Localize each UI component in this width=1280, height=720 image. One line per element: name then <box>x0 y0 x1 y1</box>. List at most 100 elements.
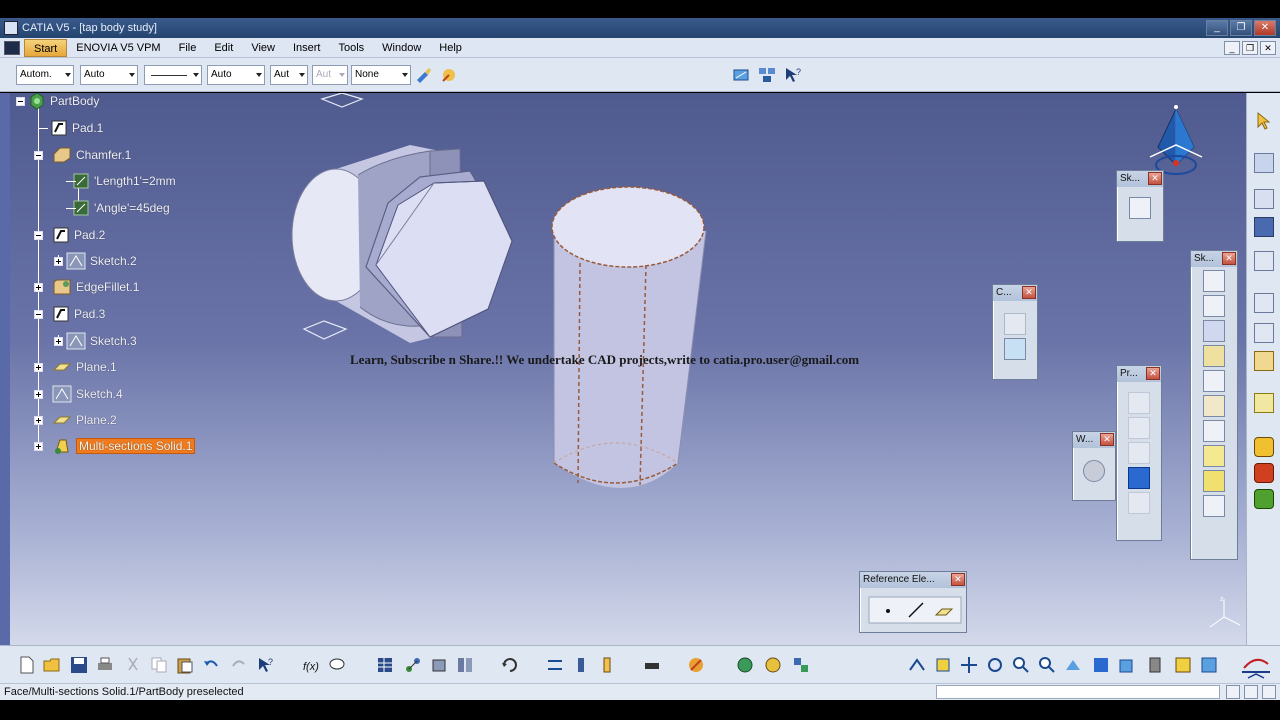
line-icon[interactable] <box>906 600 926 620</box>
iso-view-icon[interactable] <box>1092 656 1110 674</box>
select-arrow-icon[interactable] <box>1254 111 1274 131</box>
tree-node-angle-param[interactable]: 'Angle'=45deg <box>66 197 170 219</box>
close-toolbar-button[interactable]: ✕ <box>1148 172 1162 185</box>
expander[interactable] <box>34 441 43 451</box>
snap-to-point-icon[interactable] <box>1254 251 1274 271</box>
construction-element-icon[interactable] <box>1254 293 1274 313</box>
undo-icon[interactable] <box>202 656 220 674</box>
close-toolbar-button[interactable]: ✕ <box>1022 286 1036 299</box>
status-button-3[interactable] <box>1262 685 1276 699</box>
tree-scroll-strip[interactable] <box>0 93 10 645</box>
normal-space-icon[interactable] <box>1200 656 1218 674</box>
slot-tool-icon[interactable] <box>1203 420 1225 442</box>
3d-geometry[interactable] <box>280 93 740 513</box>
swap-space-icon[interactable] <box>1174 656 1192 674</box>
compass-icon[interactable] <box>1144 101 1208 181</box>
whats-this-icon[interactable]: ? <box>784 66 802 84</box>
comment-icon[interactable] <box>328 656 346 674</box>
view-mode-icon[interactable] <box>1118 656 1136 674</box>
menu-insert[interactable]: Insert <box>284 39 330 57</box>
thread-icon[interactable] <box>598 656 616 674</box>
document-icon[interactable] <box>4 40 20 55</box>
linetype-combo[interactable] <box>144 65 202 85</box>
painter-icon[interactable] <box>415 66 433 84</box>
multisection-solid[interactable] <box>551 186 707 488</box>
tree-node-sketch3[interactable]: Sketch.3 <box>54 330 137 352</box>
tree-node-plane2[interactable]: Plane.2 <box>34 409 117 431</box>
3d-viewport[interactable]: PartBody Pad.1 Chamfer.1 'Length1'=2mm '… <box>0 93 1246 645</box>
tree-node-partbody[interactable]: PartBody <box>16 93 99 112</box>
tree-node-sketch2[interactable]: Sketch.2 <box>54 250 137 272</box>
point-symbol-combo[interactable]: Aut <box>270 65 308 85</box>
sketch-tool-icon[interactable] <box>1129 197 1151 219</box>
command-input[interactable] <box>936 685 1220 699</box>
normal-view-icon[interactable] <box>1064 656 1082 674</box>
copy-properties-icon[interactable] <box>440 66 458 84</box>
restore-button[interactable]: ❐ <box>1230 20 1252 36</box>
menu-window[interactable]: Window <box>373 39 430 57</box>
hide-show-icon[interactable] <box>764 656 782 674</box>
new-file-icon[interactable] <box>18 656 36 674</box>
catalog-icon[interactable] <box>456 656 474 674</box>
paste-icon[interactable] <box>176 656 194 674</box>
expander[interactable] <box>34 415 43 425</box>
profile-feature-icon[interactable] <box>1254 189 1274 209</box>
menu-start[interactable]: Start <box>24 38 68 57</box>
pad-tool-icon[interactable] <box>1203 270 1225 292</box>
catalog-browser-icon[interactable] <box>758 66 776 84</box>
reference-elements-toolbar[interactable]: Reference Ele... ✕ <box>859 571 967 633</box>
geometrical-constraints-icon[interactable] <box>1254 323 1274 343</box>
fill-color-combo[interactable]: Autom. <box>16 65 74 85</box>
update-icon[interactable] <box>501 656 519 674</box>
point-icon[interactable] <box>878 600 898 620</box>
profile-toolbar[interactable]: Pr... ✕ <box>1116 365 1162 541</box>
doc-close-button[interactable]: ✕ <box>1260 40 1276 55</box>
tree-node-pad1[interactable]: Pad.1 <box>38 117 103 139</box>
grid-icon[interactable] <box>1254 217 1274 237</box>
fit-all-icon[interactable] <box>934 656 952 674</box>
swap-visible-space-icon[interactable] <box>792 656 810 674</box>
tree-node-pad3[interactable]: Pad.3 <box>34 303 105 325</box>
rendering-style-combo[interactable]: Aut <box>312 65 348 85</box>
menu-enovia[interactable]: ENOVIA V5 VPM <box>67 39 169 57</box>
doc-restore-button[interactable]: ❐ <box>1242 40 1258 55</box>
pocket-tool-icon[interactable] <box>1203 295 1225 317</box>
menu-edit[interactable]: Edit <box>205 39 242 57</box>
knowledge-icon[interactable] <box>732 66 750 84</box>
tree-node-chamfer1[interactable]: Chamfer.1 <box>34 144 131 166</box>
expander[interactable] <box>54 336 63 346</box>
plane-tool-icon[interactable] <box>934 600 954 620</box>
menu-tools[interactable]: Tools <box>329 39 373 57</box>
expander[interactable] <box>34 362 43 372</box>
line-thickness-combo[interactable]: Auto <box>207 65 265 85</box>
status-button-2[interactable] <box>1244 685 1258 699</box>
expander[interactable] <box>34 309 43 319</box>
sketcher-toolbar-1[interactable]: Sk... ✕ <box>1116 170 1164 242</box>
car-render-icon[interactable] <box>643 656 661 674</box>
zoom-out-icon[interactable] <box>1038 656 1056 674</box>
workbench-toolbar[interactable]: W... ✕ <box>1072 431 1116 501</box>
tree-node-edgefillet1[interactable]: EdgeFillet.1 <box>34 276 139 298</box>
doc-minimize-button[interactable]: _ <box>1224 40 1240 55</box>
instantiate-icon[interactable] <box>430 656 448 674</box>
hole-tool-icon[interactable] <box>1203 370 1225 392</box>
tree-node-sketch4[interactable]: Sketch.4 <box>34 383 123 405</box>
analysis-icon[interactable] <box>1254 489 1274 509</box>
expander[interactable] <box>34 389 43 399</box>
cut-icon[interactable] <box>124 656 142 674</box>
plane-marker-bottom[interactable] <box>302 320 348 340</box>
clamp-icon[interactable] <box>572 656 590 674</box>
menu-help[interactable]: Help <box>430 39 471 57</box>
save-icon[interactable] <box>70 656 88 674</box>
sketch-analysis-icon[interactable] <box>1254 153 1274 173</box>
multisection-tool-icon[interactable] <box>1203 470 1225 492</box>
dimensional-constraints-icon[interactable] <box>1254 351 1274 371</box>
constraints-toolbar[interactable]: C... ✕ <box>992 284 1038 380</box>
copy-icon[interactable] <box>150 656 168 674</box>
profile-active-icon[interactable] <box>1128 467 1150 489</box>
constraint-bottom-icon[interactable] <box>546 656 564 674</box>
tree-node-pad2[interactable]: Pad.2 <box>34 224 105 246</box>
shaft-tool-icon[interactable] <box>1203 320 1225 342</box>
workbench-gear-icon[interactable] <box>1083 460 1105 482</box>
table-icon[interactable] <box>376 656 394 674</box>
